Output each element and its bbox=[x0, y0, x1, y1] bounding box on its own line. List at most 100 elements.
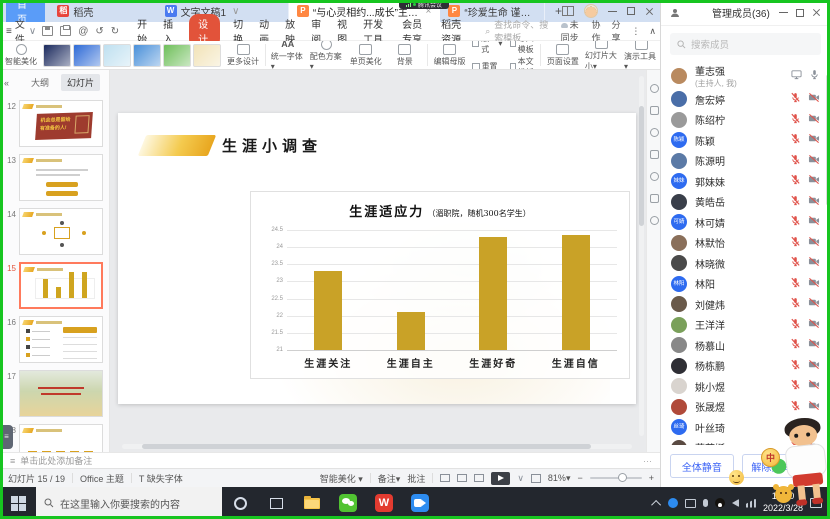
member-row[interactable]: 陈源明 bbox=[661, 151, 830, 172]
design-thumbnail[interactable] bbox=[43, 44, 71, 67]
mic-off-icon[interactable] bbox=[790, 236, 801, 250]
properties-tool-icon[interactable] bbox=[650, 106, 659, 115]
slide-thumbnail-18[interactable]: 18 bbox=[2, 424, 105, 452]
more-designs-button[interactable]: 更多设计 bbox=[226, 44, 260, 67]
camera-off-icon[interactable] bbox=[808, 113, 820, 127]
normal-view-icon[interactable] bbox=[440, 474, 450, 482]
mic-off-icon[interactable] bbox=[790, 256, 801, 270]
design-thumbnail[interactable] bbox=[133, 44, 161, 67]
camera-off-icon[interactable] bbox=[808, 133, 820, 147]
smart-beautify-button[interactable]: 智能美化 bbox=[4, 44, 38, 67]
notes-toggle[interactable]: 备注▾ bbox=[378, 472, 401, 485]
slide-thumbnail-preview[interactable]: 机会总是留给有准备的人! bbox=[19, 100, 103, 147]
camera-off-icon[interactable] bbox=[808, 379, 820, 393]
single-page-beautify-button[interactable]: 单页美化 bbox=[349, 44, 383, 67]
camera-off-icon[interactable] bbox=[808, 277, 820, 291]
mic-off-icon[interactable] bbox=[790, 113, 801, 127]
present-tools-button[interactable]: 演示工具▾ bbox=[624, 41, 658, 70]
camera-off-icon[interactable] bbox=[808, 154, 820, 168]
doc-templates-button[interactable]: 本文模板 bbox=[510, 56, 535, 71]
close-button[interactable] bbox=[645, 7, 654, 16]
member-row[interactable]: 黄皓岳 bbox=[661, 192, 830, 213]
camera-off-icon[interactable] bbox=[808, 359, 820, 373]
new-tab-button[interactable]: + bbox=[555, 4, 562, 18]
play-options-icon[interactable]: ∨ bbox=[517, 473, 524, 484]
slide-thumbnail-preview[interactable] bbox=[19, 370, 103, 417]
member-row[interactable]: 杨栋鹏 bbox=[661, 356, 830, 377]
design-template-strip[interactable] bbox=[43, 44, 221, 67]
camera-off-icon[interactable] bbox=[808, 256, 820, 270]
mail-icon[interactable]: @ bbox=[78, 26, 88, 37]
camera-off-icon[interactable] bbox=[808, 195, 820, 209]
tray-qq-icon[interactable] bbox=[715, 498, 725, 508]
member-row[interactable]: 刘健炜 bbox=[661, 294, 830, 315]
member-row[interactable]: 陈颖陈颖 bbox=[661, 130, 830, 151]
design-thumbnail[interactable] bbox=[193, 44, 221, 67]
slide-thumbnail-13[interactable]: 13 bbox=[2, 154, 105, 201]
member-list-scrollbar[interactable] bbox=[826, 75, 829, 205]
animation-tool-icon[interactable] bbox=[650, 128, 659, 137]
collapse-panel-icon[interactable]: « bbox=[4, 78, 9, 88]
camera-off-icon[interactable] bbox=[808, 318, 820, 332]
more-tool-icon[interactable] bbox=[650, 216, 659, 225]
tray-expand-icon[interactable] bbox=[651, 499, 661, 509]
comment-toggle[interactable]: 批注 bbox=[407, 472, 425, 485]
mic-off-icon[interactable] bbox=[790, 215, 801, 229]
member-row[interactable]: 杨慕山 bbox=[661, 335, 830, 356]
camera-off-icon[interactable] bbox=[808, 338, 820, 352]
theme-name[interactable]: Office 主题 bbox=[80, 472, 124, 485]
slideshow-play-button[interactable] bbox=[491, 472, 510, 485]
sorter-view-icon[interactable] bbox=[457, 474, 467, 482]
redo-icon[interactable]: ↻ bbox=[111, 26, 119, 37]
zoom-slider[interactable] bbox=[590, 477, 642, 479]
mic-off-icon[interactable] bbox=[790, 400, 801, 414]
members-close-button[interactable] bbox=[812, 8, 821, 17]
background-button[interactable]: 背景 bbox=[388, 44, 422, 67]
design-thumbnail[interactable] bbox=[73, 44, 101, 67]
tab-outline[interactable]: 大纲 bbox=[25, 74, 55, 91]
resource-tool-icon[interactable] bbox=[650, 194, 659, 203]
tray-volume-icon[interactable] bbox=[732, 499, 739, 507]
side-handle[interactable]: ≡ bbox=[0, 425, 13, 449]
mic-off-icon[interactable] bbox=[790, 379, 801, 393]
mic-off-icon[interactable] bbox=[790, 277, 801, 291]
mic-on-icon[interactable] bbox=[809, 69, 820, 83]
camera-off-icon[interactable] bbox=[808, 92, 820, 106]
smart-beautify-status[interactable]: 智能美化 ▾ bbox=[320, 472, 363, 485]
mic-off-icon[interactable] bbox=[790, 359, 801, 373]
layers-tool-icon[interactable] bbox=[650, 150, 659, 159]
camera-off-icon[interactable] bbox=[808, 215, 820, 229]
mic-off-icon[interactable] bbox=[790, 318, 801, 332]
file-explorer-button[interactable] bbox=[294, 487, 330, 519]
save-icon[interactable] bbox=[42, 26, 53, 36]
slide-thumbnail-preview[interactable] bbox=[19, 424, 103, 452]
slide-size-button[interactable]: 幻灯片大小▾ bbox=[585, 41, 619, 70]
camera-off-icon[interactable] bbox=[808, 236, 820, 250]
slide-thumbnail-preview[interactable] bbox=[19, 262, 103, 309]
slide-thumbnail-17[interactable]: 17 bbox=[2, 370, 105, 417]
mic-off-icon[interactable] bbox=[790, 174, 801, 188]
color-scheme-button[interactable]: 配色方案▾ bbox=[310, 41, 344, 70]
taskbar-search-input[interactable]: 在这里输入你要搜索的内容 bbox=[36, 487, 222, 519]
mic-off-icon[interactable] bbox=[790, 297, 801, 311]
zoom-out-button[interactable]: − bbox=[577, 473, 582, 483]
slide-thumbnail-preview[interactable] bbox=[19, 208, 103, 255]
fit-window-icon[interactable] bbox=[531, 474, 541, 483]
import-template-button[interactable]: 导入模板 bbox=[510, 41, 535, 55]
members-maximize-button[interactable] bbox=[796, 9, 804, 17]
member-row[interactable]: 林默怡 bbox=[661, 233, 830, 254]
mic-off-icon[interactable] bbox=[790, 154, 801, 168]
print-icon[interactable] bbox=[60, 26, 71, 36]
member-row[interactable]: 董志强(主持人, 我) bbox=[661, 62, 830, 89]
reset-button[interactable]: 重置 bbox=[472, 61, 503, 70]
member-search-input[interactable]: 搜索成员 bbox=[670, 33, 821, 55]
tab-slides[interactable]: 幻灯片 bbox=[61, 74, 100, 91]
design-thumbnail[interactable] bbox=[103, 44, 131, 67]
slide-thumbnail-16[interactable]: 16 bbox=[2, 316, 105, 363]
layout-button[interactable]: 版式▾ bbox=[472, 41, 503, 55]
meeting-status-pill[interactable]: 腾讯会议 bbox=[399, 0, 449, 9]
design-thumbnail[interactable] bbox=[163, 44, 191, 67]
cortana-button[interactable] bbox=[222, 487, 258, 519]
vertical-scrollbar[interactable] bbox=[639, 76, 644, 436]
start-button[interactable] bbox=[0, 487, 36, 519]
